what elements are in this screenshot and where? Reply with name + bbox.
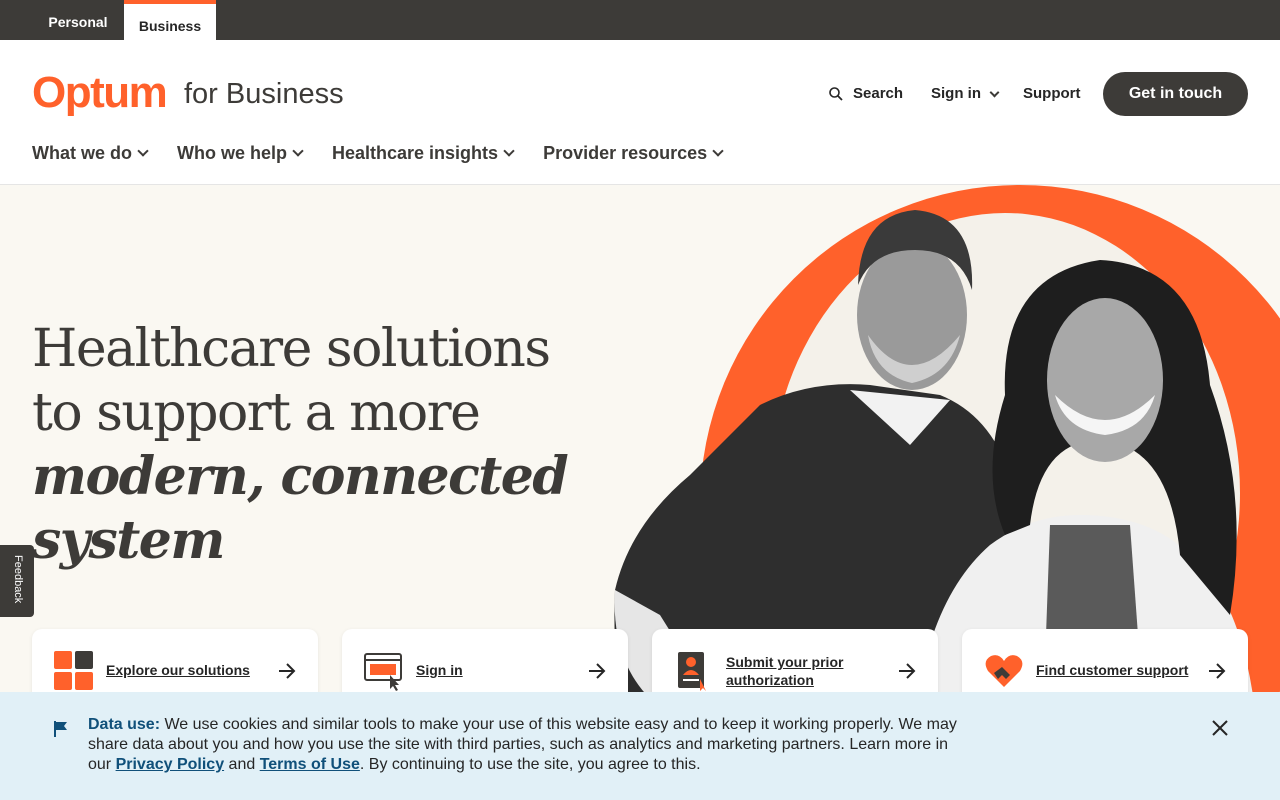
card-label: Explore our solutions — [106, 662, 250, 678]
cookie-text: Data use: We use cookies and similar too… — [88, 715, 968, 775]
cookie-banner: Data use: We use cookies and similar too… — [0, 692, 1280, 800]
main-nav: What we do Who we help Healthcare insigh… — [32, 140, 724, 166]
chevron-down-icon — [292, 145, 304, 157]
feedback-tab[interactable]: Feedback — [0, 545, 34, 617]
nav-item-who-we-help[interactable]: Who we help — [177, 140, 304, 166]
nav-item-label: Healthcare insights — [332, 143, 499, 163]
nav-item-label: Provider resources — [543, 143, 708, 163]
hero-heading-line-4: system — [32, 510, 225, 571]
hero-heading-line-3: modern, connected — [32, 446, 569, 507]
card-label: Find customer support — [1036, 662, 1189, 678]
arrow-right-icon — [1209, 663, 1226, 679]
arrow-right-icon — [279, 663, 296, 679]
cookie-body-2: . By continuing to use the site, you agr… — [359, 756, 701, 773]
tab-business[interactable]: Business — [124, 0, 216, 40]
nav-item-what-we-do[interactable]: What we do — [32, 140, 149, 166]
card-label: Sign in — [416, 662, 463, 678]
chevron-down-icon — [712, 145, 724, 157]
signin-label: Sign in — [931, 85, 981, 102]
audience-switcher: Personal Business — [0, 0, 1280, 40]
cookie-title: Data use: — [88, 716, 161, 733]
get-in-touch-button[interactable]: Get in touch — [1103, 72, 1248, 116]
nav-item-label: Who we help — [177, 143, 287, 163]
site-header: Optum for Business Search Sign in Suppor… — [0, 40, 1280, 185]
browser-click-icon — [364, 653, 402, 691]
privacy-policy-link[interactable]: Privacy Policy — [116, 756, 225, 773]
search-label: Search — [853, 85, 904, 102]
cookie-and: and — [224, 756, 260, 773]
feedback-label: Feedback — [12, 555, 24, 604]
nav-item-provider-resources[interactable]: Provider resources — [543, 140, 724, 166]
chevron-down-icon — [989, 87, 1000, 97]
hero-heading-line-1: Healthcare solutions — [32, 319, 551, 379]
nav-item-healthcare-insights[interactable]: Healthcare insights — [332, 140, 515, 166]
arrow-right-icon — [589, 663, 606, 679]
support-link[interactable]: Support — [1023, 84, 1081, 104]
grid-icon — [54, 651, 93, 690]
terms-of-use-link[interactable]: Terms of Use — [260, 756, 360, 773]
search-icon — [829, 87, 843, 101]
tab-personal[interactable]: Personal — [32, 0, 124, 40]
hero-heading-line-2: to support a more — [32, 383, 481, 443]
chevron-down-icon — [503, 145, 515, 157]
flag-icon — [54, 721, 67, 737]
search-button[interactable]: Search — [828, 84, 903, 104]
signin-dropdown[interactable]: Sign in — [931, 84, 1000, 104]
hero-heading: Healthcare solutions to support a more m… — [32, 317, 592, 573]
card-label: Submit your prior authorization — [726, 654, 844, 688]
chevron-down-icon — [137, 145, 149, 157]
optum-logo[interactable]: Optum — [32, 68, 168, 118]
arrow-right-icon — [899, 663, 916, 679]
nav-item-label: What we do — [32, 143, 132, 163]
logo-subtitle[interactable]: for Business — [184, 76, 344, 112]
heart-handshake-icon — [985, 655, 1023, 687]
document-user-icon — [678, 652, 706, 691]
close-icon[interactable] — [1208, 716, 1232, 740]
